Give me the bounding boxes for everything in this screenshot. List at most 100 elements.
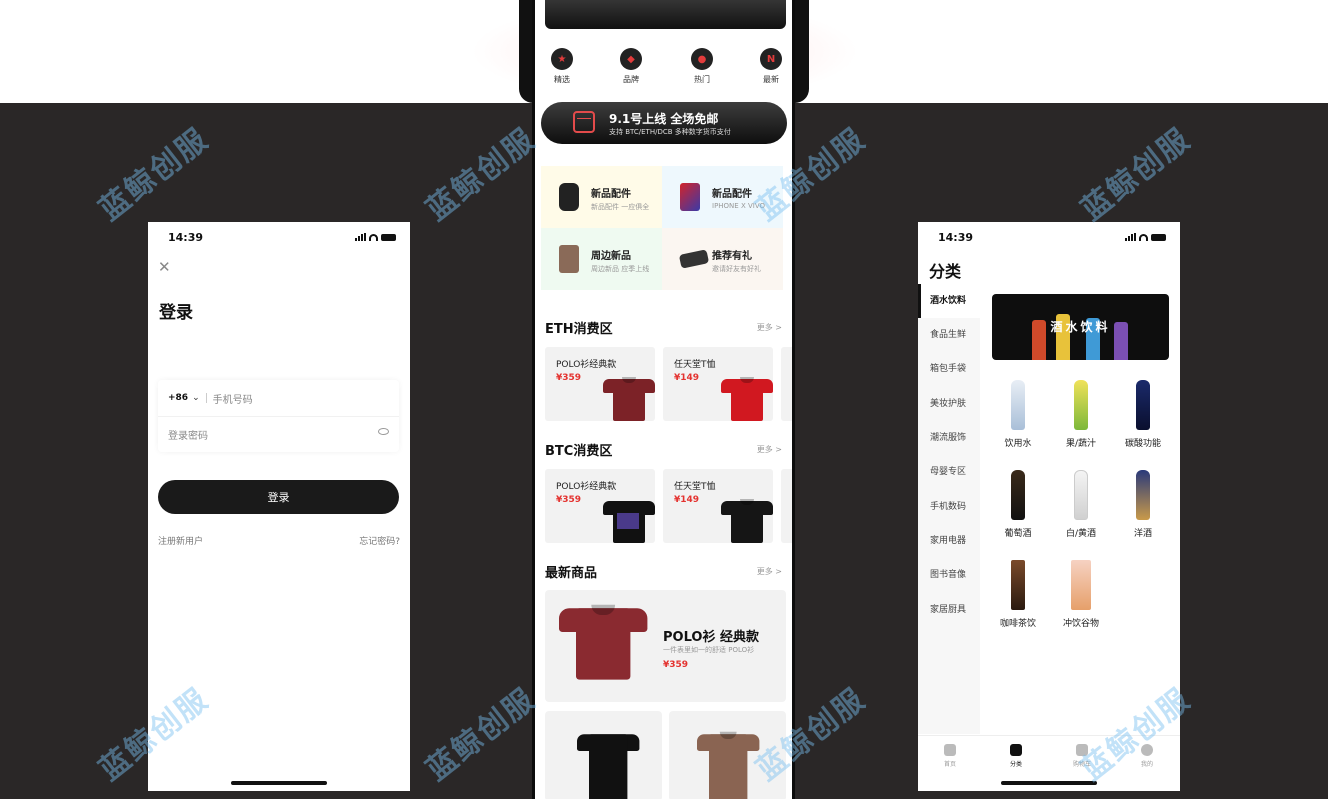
watermark-text: 蓝鲸创服 (1074, 121, 1198, 228)
category-item[interactable]: 果/蔬汁 (1051, 380, 1111, 449)
tab-category[interactable]: 分类 (996, 744, 1036, 768)
quick-link-brand[interactable]: ◆ 品牌 (609, 48, 653, 85)
item-label: 饮用水 (1004, 439, 1032, 449)
password-input[interactable]: 登录密码 (168, 427, 208, 442)
sidebar-item[interactable]: 食品生鲜 (918, 318, 980, 352)
quick-link-label: 热门 (694, 75, 710, 84)
section-title: ETH消费区 (545, 322, 613, 337)
phone-row: +86 ⌄ 手机号码 (158, 380, 399, 416)
password-row: 登录密码 (158, 416, 399, 452)
more-link[interactable]: 更多 > (757, 444, 782, 455)
sidebar-item[interactable]: 图书音像 (918, 558, 980, 592)
banner-subtitle: 支持 BTC/ETH/DCB 多种数字货币支付 (609, 128, 731, 136)
product-card-partial[interactable] (781, 347, 792, 421)
home-screen: ★ 精选 ◆ 品牌 ● 热门 N 最新 9.1号上线 全场免邮 支持 BTC/E… (532, 0, 795, 799)
cart-icon (1076, 744, 1088, 756)
product-price: ¥149 (674, 495, 700, 505)
sidebar-item[interactable]: 美妆护肤 (918, 387, 980, 421)
tab-profile[interactable]: 我的 (1127, 744, 1167, 768)
watch-icon (559, 183, 579, 211)
promo-banner[interactable]: 9.1号上线 全场免邮 支持 BTC/ETH/DCB 多种数字货币支付 (541, 102, 787, 144)
feature-card[interactable]: 周边新品 周边新品 应季上线 (541, 228, 662, 290)
phone-icon (680, 183, 700, 211)
close-icon[interactable]: ✕ (158, 258, 171, 276)
more-link[interactable]: 更多 > (757, 566, 782, 577)
sidebar-item[interactable]: 箱包手袋 (918, 352, 980, 386)
category-item[interactable]: 白/黄酒 (1051, 470, 1111, 539)
category-item[interactable]: 洋酒 (1113, 470, 1173, 539)
product-card-partial[interactable] (781, 469, 792, 543)
feature-card[interactable]: 新品配件 IPHONE X VIVO (662, 166, 783, 228)
category-item[interactable]: 冲饮谷物 (1051, 560, 1111, 629)
category-item[interactable]: 饮用水 (988, 380, 1048, 449)
sidebar-item[interactable]: 家居厨具 (918, 593, 980, 627)
spirits-bottle-icon (1136, 470, 1150, 520)
feature-card[interactable]: 推荐有礼 邀请好友有好礼 (662, 228, 783, 290)
chevron-down-icon[interactable]: ⌄ (192, 393, 200, 403)
sidebar-item[interactable]: 母婴专区 (918, 455, 980, 489)
feature-subtitle: 周边新品 应季上线 (591, 265, 650, 273)
category-item[interactable]: 碳酸功能 (1113, 380, 1173, 449)
product-name: 任天堂T恤 (674, 360, 716, 370)
signal-icon (1125, 233, 1136, 241)
tab-home[interactable]: 首页 (930, 744, 970, 768)
feature-title: 推荐有礼 (712, 251, 752, 262)
tab-label: 分类 (1009, 761, 1022, 768)
feature-card[interactable]: 新品配件 新品配件 一应俱全 (541, 166, 662, 228)
item-label: 碳酸功能 (1124, 439, 1161, 449)
product-card[interactable]: 任天堂T恤 ¥149 (663, 469, 773, 543)
product-card[interactable]: POLO衫经典款 ¥359 (545, 347, 655, 421)
home-indicator (231, 781, 327, 785)
hero-image[interactable] (545, 0, 786, 29)
category-banner[interactable]: 酒水饮料 (992, 294, 1169, 360)
product-card[interactable]: POLO衫经典款 ¥359 (545, 469, 655, 543)
sidebar-item[interactable]: 家用电器 (918, 524, 980, 558)
quick-link-new[interactable]: N 最新 (749, 48, 792, 85)
category-item[interactable]: 咖啡茶饮 (988, 560, 1048, 629)
wifi-icon (369, 234, 378, 241)
login-button[interactable]: 登录 (158, 480, 399, 514)
juice-bottle-icon (1074, 380, 1088, 430)
tshirt-icon (559, 245, 579, 273)
product-name: POLO衫经典款 (556, 482, 617, 492)
item-label: 冲饮谷物 (1062, 619, 1099, 629)
forgot-password-link[interactable]: 忘记密码? (359, 534, 400, 547)
status-bar: 14:39 (148, 222, 410, 252)
item-label: 葡萄酒 (1004, 529, 1032, 539)
sidebar-item-drinks[interactable]: 酒水饮料 (918, 284, 980, 318)
product-price: ¥149 (674, 373, 700, 383)
product-name: POLO衫 经典款 (663, 630, 759, 645)
feature-subtitle: 新品配件 一应俱全 (591, 203, 650, 211)
product-card[interactable] (669, 711, 786, 799)
quick-link-hot[interactable]: ● 热门 (680, 48, 724, 85)
feature-subtitle: 邀请好友有好礼 (712, 265, 761, 273)
tab-cart[interactable]: 购物车 (1062, 744, 1102, 768)
product-price: ¥359 (556, 495, 582, 505)
quick-link-label: 品牌 (623, 75, 639, 84)
polo-shirt-image (603, 373, 655, 421)
sidebar-item[interactable]: 潮流服饰 (918, 421, 980, 455)
product-card[interactable] (545, 711, 662, 799)
page-title: 登录 (159, 303, 193, 323)
country-code-select[interactable]: +86 (168, 393, 188, 403)
liquor-bottle-icon (1074, 470, 1088, 520)
product-card[interactable]: 任天堂T恤 ¥149 (663, 347, 773, 421)
product-name: 任天堂T恤 (674, 482, 716, 492)
eye-icon[interactable] (378, 428, 389, 435)
category-item[interactable]: 葡萄酒 (988, 470, 1048, 539)
water-bottle-icon (1011, 380, 1025, 430)
banner-text: 酒水饮料 (1050, 320, 1111, 334)
featured-product-card[interactable]: POLO衫 经典款 一件表里如一的舒适 POLO衫 ¥359 (545, 590, 786, 702)
banner-title: 9.1号上线 全场免邮 (609, 112, 719, 126)
register-link[interactable]: 注册新用户 (158, 534, 203, 547)
sidebar-item[interactable]: 手机数码 (918, 490, 980, 524)
login-screen: 14:39 ✕ 登录 +86 ⌄ 手机号码 登录密码 登录 注册新用户 忘记密码… (148, 222, 410, 791)
phone-input[interactable]: 手机号码 (213, 391, 253, 406)
more-link[interactable]: 更多 > (757, 322, 782, 333)
quick-link-featured[interactable]: ★ 精选 (540, 48, 584, 85)
tag-icon: ◆ (620, 48, 642, 70)
battery-icon (1151, 234, 1166, 241)
item-label: 咖啡茶饮 (999, 619, 1036, 629)
star-icon: ★ (551, 48, 573, 70)
status-bar: 14:39 (918, 222, 1180, 252)
